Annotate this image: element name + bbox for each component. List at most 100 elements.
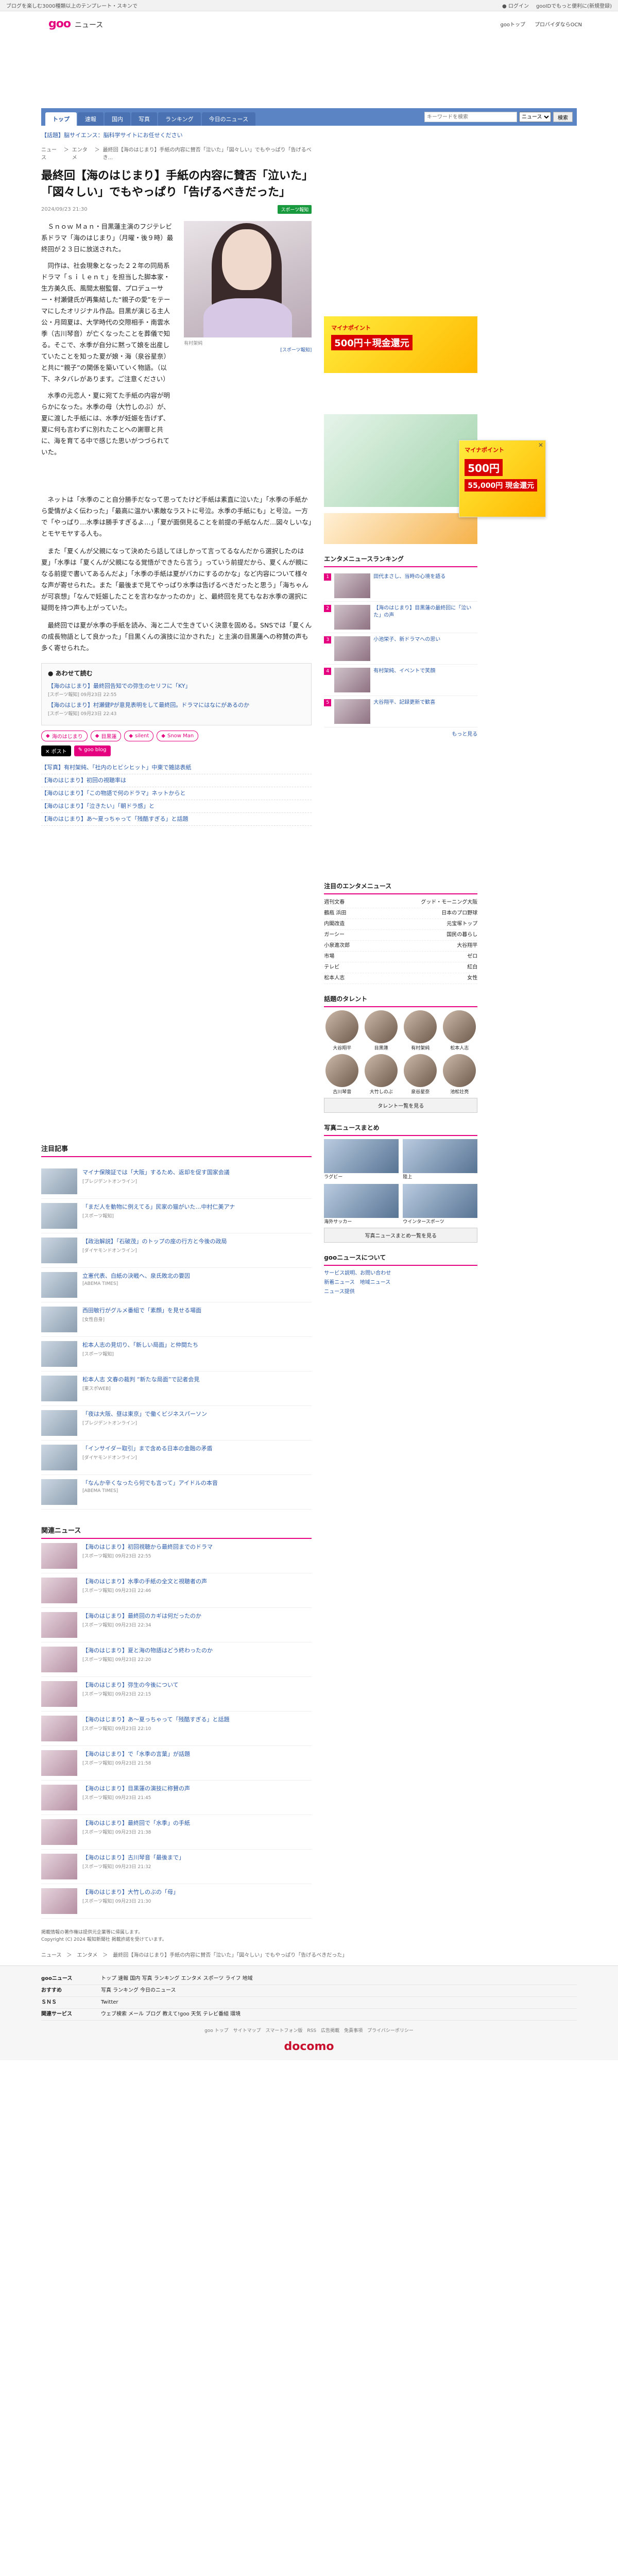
more-link[interactable]: 【海のはじまり】あ〜夏っちゃって「残酷すぎる」と話題 [41, 813, 312, 826]
footer-links[interactable]: トップ 速報 国内 写真 ランキング エンタメ スポーツ ライフ 地域 [101, 1973, 253, 1985]
keyword-row[interactable]: 鶴瓶 浜田 日本のプロ野球 [324, 908, 478, 919]
attn-item[interactable]: 松本人志 文春の裁判 “新たな局面”で記者会見 [東スポWEB] [41, 1371, 312, 1406]
talent-card[interactable]: 有村架純 [402, 1010, 438, 1051]
attn-item[interactable]: 立憲代表、白紙の決戦へ、泉氏敗北の要因 [ABEMA TIMES] [41, 1268, 312, 1302]
side-ad-golf[interactable] [324, 414, 478, 507]
tab-photo[interactable]: 写真 [131, 112, 157, 126]
search-scope-select[interactable]: ニュース [519, 112, 551, 122]
attn-item[interactable]: 「インサイダー取引」まで含める日本の金融の矛盾 [ダイヤモンドオンライン] [41, 1440, 312, 1475]
related-news-item[interactable]: 【海のはじまり】最終回で「水季」の手紙 [スポーツ報知] 09月23日 21:38 [41, 1815, 312, 1850]
photo-card[interactable]: ウインタースポーツ [403, 1184, 478, 1225]
related-news-item[interactable]: 【海のはじまり】弥生の今後について [スポーツ報知] 09月23日 22:15 [41, 1677, 312, 1711]
rank-item[interactable]: 1 田代まさし、当時の心境を語る [324, 570, 478, 602]
keyword-row[interactable]: 内閣改造 元宝塚トップ [324, 919, 478, 930]
tag-chip[interactable]: ◆ Snow Man [157, 731, 199, 741]
attn-item[interactable]: 「なんか辛くなったら何でも言って」アイドルの本音 [ABEMA TIMES] [41, 1475, 312, 1510]
rank-item[interactable]: 2 【海のはじまり】目黒蓮の最終回に「泣いた」の声 [324, 602, 478, 633]
topbar-left-text: ブログを楽しむ3000種類以上のテンプレート・スキンで [6, 4, 138, 9]
tab-kokunai[interactable]: 国内 [105, 112, 130, 126]
tag-chip[interactable]: ◆ 海のはじまり [41, 731, 88, 741]
keyword-row[interactable]: 週刊文春 グッド・モーニング大阪 [324, 897, 478, 908]
photo-card[interactable]: ラグビー [324, 1139, 399, 1180]
crumb-entame[interactable]: エンタメ [72, 145, 92, 161]
keyword-row[interactable]: テレビ 紅白 [324, 962, 478, 973]
login-link[interactable]: ● ログイン [502, 2, 529, 9]
talent-card[interactable]: 池松壮亮 [441, 1054, 477, 1095]
rank-item[interactable]: 5 大谷翔平、記録更新で歓喜 [324, 696, 478, 727]
tag-chip[interactable]: ◆ 目黒蓮 [90, 731, 122, 741]
attn-item[interactable]: 西田敏行がグルメ番組で「素顔」を見せる場面 [女性自身] [41, 1302, 312, 1337]
attn-item[interactable]: 「夜は大阪、昼は東京」で働くビジネスパーソン [プレジデントオンライン] [41, 1406, 312, 1440]
talent-card[interactable]: 泉谷星奈 [402, 1054, 438, 1095]
talent-card[interactable]: 松本人志 [441, 1010, 477, 1051]
related-news-item[interactable]: 【海のはじまり】目黒蓮の演技に称賛の声 [スポーツ報知] 09月23日 21:45 [41, 1781, 312, 1815]
about-link[interactable]: 新着ニュース 地域ニュース [324, 1278, 477, 1287]
close-icon[interactable]: ✕ [538, 442, 543, 449]
more-link[interactable]: 【海のはじまり】「この物語で何のドラマ」ネットからと [41, 787, 312, 800]
attn-item[interactable]: 【政治解説】「石破茂」のトップの座の行方と今後の政局 [ダイヤモンドオンライン] [41, 1233, 312, 1268]
article-photo[interactable]: 有村架純 [スポーツ報知] [184, 221, 312, 463]
attn-item[interactable]: マイナ保険証では「大阪」するため、返却を促す国家会議 [プレジデントオンライン] [41, 1164, 312, 1199]
related-news-item[interactable]: 【海のはじまり】古川琴音「最後まで」 [スポーツ報知] 09月23日 21:32 [41, 1850, 312, 1884]
related-link[interactable]: 【海のはじまり】最終回告知での弥生のセリフに「KY」 [48, 682, 305, 691]
more-link[interactable]: 【写真】有村架純、「社内のヒビシヒット」中東で雑誌表紙 [41, 761, 312, 774]
goo-news-logo[interactable]: goo ニュース [48, 18, 103, 30]
about-link[interactable]: ニュース提供 [324, 1287, 477, 1297]
rank-more-link[interactable]: もっと見る [324, 730, 477, 737]
footer-links[interactable]: ウェブ検索 メール ブログ 教えて!goo 天気 テレビ番組 環境 [101, 2009, 241, 2020]
search-input[interactable] [424, 112, 517, 122]
share-x-button[interactable]: ✕ ポスト [41, 745, 71, 756]
tab-today[interactable]: 今日のニュース [201, 112, 256, 126]
more-link[interactable]: 【海のはじまり】「泣きたい」「朝ドラ感」と [41, 800, 312, 813]
related-news-item[interactable]: 【海のはじまり】水季の手紙の全文と視聴者の声 [スポーツ報知] 09月23日 22… [41, 1573, 312, 1608]
related-news-item[interactable]: 【海のはじまり】最終回のカギは何だったのか [スポーツ報知] 09月23日 22:… [41, 1608, 312, 1642]
photo-thumb [324, 1139, 399, 1173]
photo-card[interactable]: 海外サッカー [324, 1184, 399, 1225]
related-news-item[interactable]: 【海のはじまり】大竹しのぶの「母」 [スポーツ報知] 09月23日 21:30 [41, 1884, 312, 1919]
related-link[interactable]: 【海のはじまり】村瀬健Pが意見表明をして最終回。ドラマにはなにがあるのか [48, 701, 305, 710]
footer-links[interactable]: Twitter [101, 1997, 118, 2008]
rank-item[interactable]: 4 有村架純、イベントで笑顔 [324, 665, 478, 696]
related-news-item[interactable]: 【海のはじまり】あ〜夏っちゃって「残酷すぎる」と話題 [スポーツ報知] 09月23… [41, 1711, 312, 1746]
tab-ranking[interactable]: ランキング [158, 112, 201, 126]
tab-sokuho[interactable]: 速報 [78, 112, 104, 126]
related-news-item[interactable]: 【海のはじまり】初回視聴から最終回までのドラマ [スポーツ報知] 09月23日 2… [41, 1539, 312, 1573]
keyword-row[interactable]: 松本人志 女性 [324, 973, 478, 984]
rank-item[interactable]: 3 小池栄子、新ドラマへの思い [324, 633, 478, 665]
talent-list-button[interactable]: タレント一覧を見る [324, 1098, 478, 1113]
search-button[interactable]: 検索 [553, 112, 573, 122]
ocn-link[interactable]: プロバイダならOCN [535, 20, 582, 28]
side-ad-banner[interactable]: マイナポイント 500円＋現金還元 [324, 316, 478, 373]
share-goo-blog-button[interactable]: ✎ goo blog [74, 745, 111, 756]
footer-links[interactable]: 写真 ランキング 今日のニュース [101, 1985, 176, 1996]
attn-item[interactable]: 松本人志の見切り、「新しい局面」と仲間たち [スポーツ報知] [41, 1337, 312, 1371]
related-news-item[interactable]: 【海のはじまり】で「水季の言葉」が話題 [スポーツ報知] 09月23日 21:58 [41, 1746, 312, 1781]
site-header: goo ニュース gooトップ プロバイダならOCN [0, 11, 618, 36]
related-news-item[interactable]: 【海のはじまり】夏と海の物語はどう終わったのか [スポーツ報知] 09月23日 2… [41, 1642, 312, 1677]
crumb-news[interactable]: ニュース [41, 145, 61, 161]
talent-card[interactable]: 大谷翔平 [324, 1010, 360, 1051]
more-link[interactable]: 【海のはじまり】初回の視聴率は [41, 774, 312, 787]
about-link[interactable]: サービス説明、お問い合わせ [324, 1269, 477, 1278]
photo-card[interactable]: 陸上 [403, 1139, 478, 1180]
attn-item[interactable]: 「まだ人を動物に例えてる」民家の猫がいた…中村仁美アナ [スポーツ報知] [41, 1199, 312, 1233]
tab-top[interactable]: トップ [45, 112, 77, 126]
talent-card[interactable]: 大竹しのぶ [363, 1054, 399, 1095]
keyword-row[interactable]: 市場 ゼロ [324, 952, 478, 962]
source-badge[interactable]: スポーツ報知 [278, 205, 312, 214]
keyword-row[interactable]: 小泉進次郎 大谷翔平 [324, 941, 478, 952]
photo-source-link[interactable]: [スポーツ報知] [184, 346, 312, 353]
promo-notice[interactable]: 【話題】脳サイエンス：脳科学サイトにお任せください [41, 129, 577, 141]
register-link[interactable]: gooIDでもっと便利に(新規登録) [536, 2, 612, 9]
floating-ad[interactable]: ✕ マイナポイント 500円 55,000円 現金還元 [459, 440, 546, 517]
docomo-logo[interactable]: docomo [41, 2040, 577, 2053]
side-ad-ranking[interactable] [324, 513, 478, 544]
goo-top-link[interactable]: gooトップ [500, 20, 525, 28]
talent-card[interactable]: 目黒蓮 [363, 1010, 399, 1051]
footer-bottom-links[interactable]: goo トップ サイトマップ スマートフォン版 RSS 広告掲載 免責事項 プラ… [41, 2027, 577, 2035]
photo-list-button[interactable]: 写真ニュースまとめ一覧を見る [324, 1228, 478, 1243]
talent-card[interactable]: 古川琴音 [324, 1054, 360, 1095]
avatar [365, 1054, 398, 1087]
keyword-row[interactable]: ガーシー 国民の暮らし [324, 930, 478, 941]
tag-chip[interactable]: ◆ silent [124, 731, 154, 741]
